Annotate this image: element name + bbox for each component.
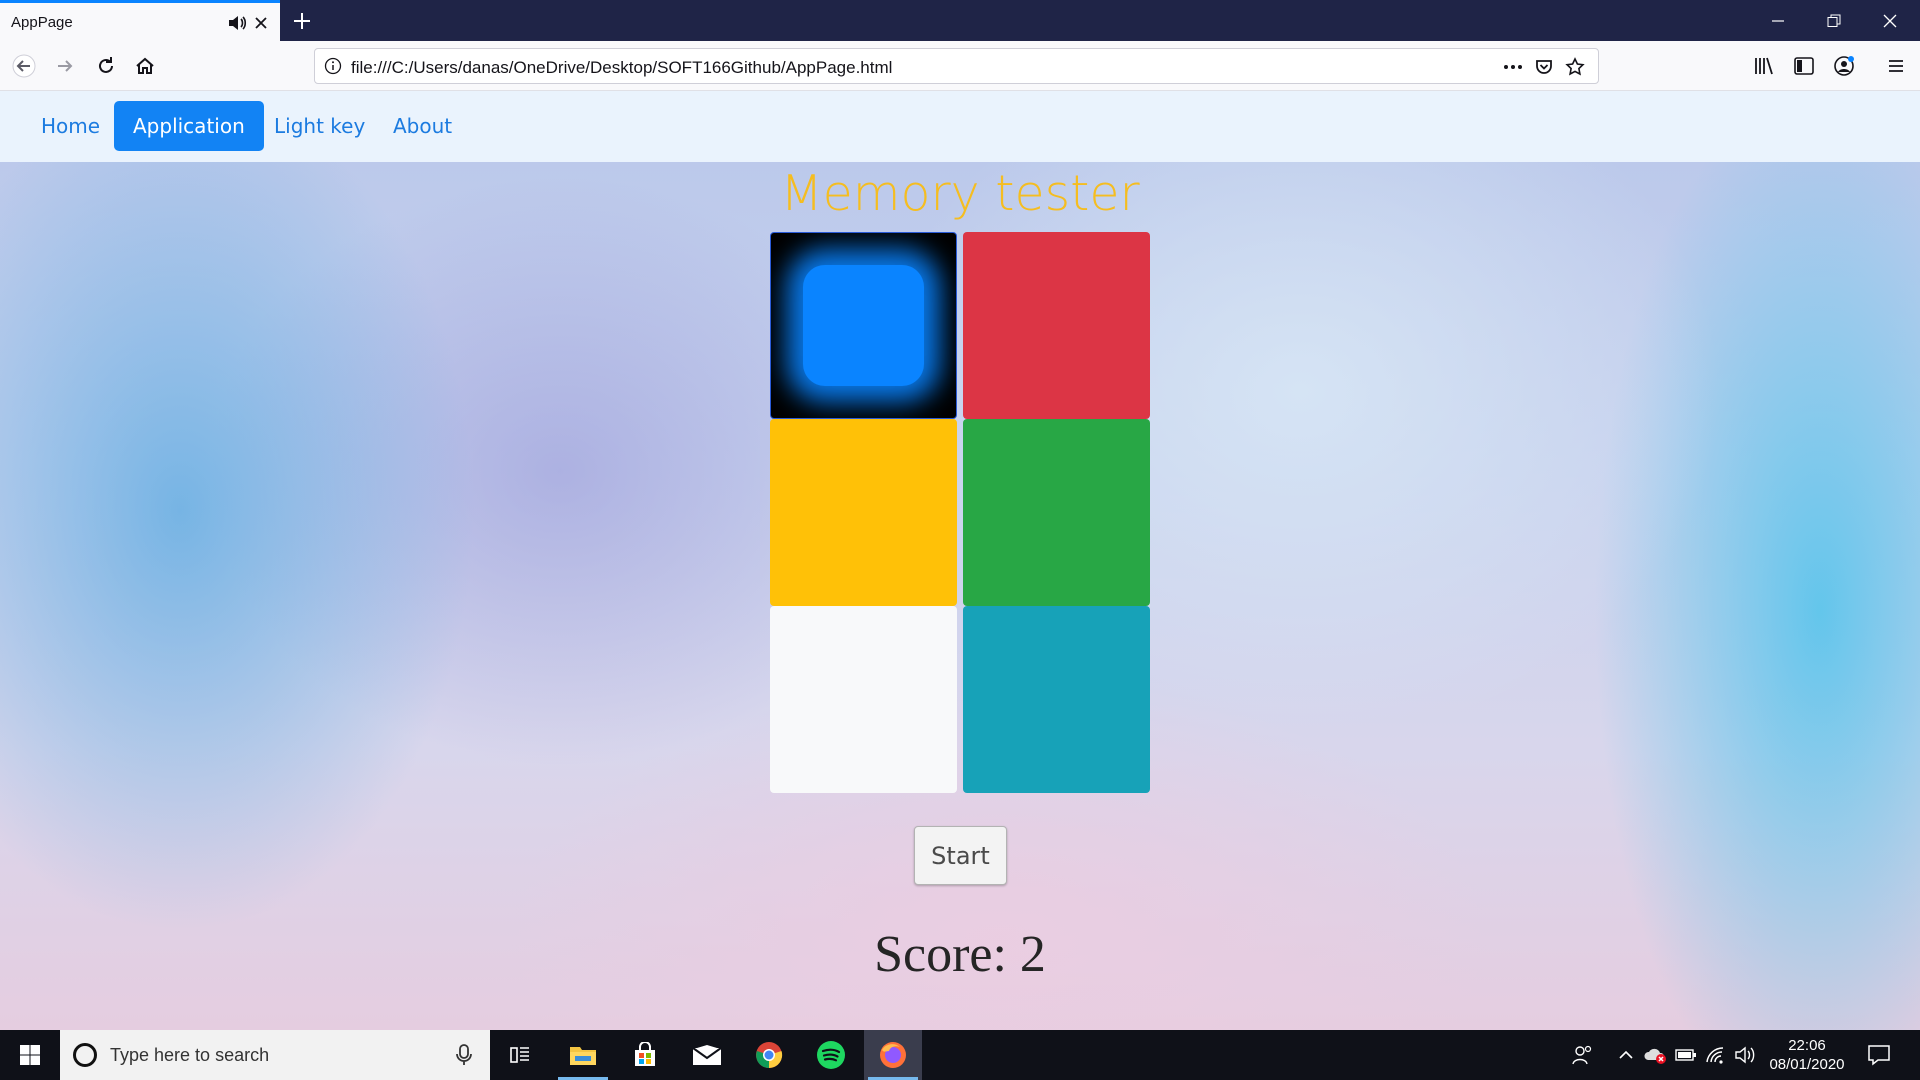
nav-application[interactable]: Application: [114, 101, 264, 151]
account-icon[interactable]: [1830, 52, 1858, 80]
windows-start-icon[interactable]: [0, 1030, 60, 1080]
system-clock[interactable]: 22:06 08/01/2020: [1762, 1036, 1852, 1074]
onedrive-icon[interactable]: [1644, 1043, 1668, 1067]
address-bar[interactable]: file:///C:/Users/danas/OneDrive/Desktop/…: [314, 48, 1599, 84]
minimize-icon[interactable]: [1750, 0, 1806, 41]
page-title: Memory tester: [780, 165, 1140, 222]
library-icon[interactable]: [1750, 52, 1778, 80]
chrome-icon[interactable]: [740, 1030, 798, 1080]
volume-icon[interactable]: [1733, 1043, 1757, 1067]
web-page: Home Application Light key About Memory …: [0, 91, 1920, 1030]
nav-home[interactable]: Home: [22, 101, 119, 151]
chevron-up-icon[interactable]: [1614, 1043, 1638, 1067]
blue-tile-light: [803, 265, 924, 386]
forward-icon[interactable]: [48, 49, 82, 83]
browser-toolbar: file:///C:/Users/danas/OneDrive/Desktop/…: [0, 41, 1920, 91]
browser-tab-strip: AppPage: [0, 0, 1920, 41]
microsoft-store-icon[interactable]: [616, 1030, 674, 1080]
sidebar-icon[interactable]: [1790, 52, 1818, 80]
people-icon[interactable]: [1570, 1043, 1594, 1067]
battery-icon[interactable]: [1674, 1043, 1698, 1067]
restore-icon[interactable]: [1806, 0, 1862, 41]
clock-date: 08/01/2020: [1769, 1056, 1845, 1073]
mail-icon[interactable]: [678, 1030, 736, 1080]
task-view-icon[interactable]: [491, 1030, 549, 1080]
home-icon[interactable]: [128, 49, 162, 83]
yellow-tile[interactable]: [770, 419, 957, 606]
bookmark-star-icon[interactable]: [1563, 55, 1587, 79]
url-text[interactable]: file:///C:/Users/danas/OneDrive/Desktop/…: [351, 58, 892, 78]
nav-light-key[interactable]: Light key: [255, 101, 384, 151]
green-tile[interactable]: [963, 419, 1150, 606]
score-display: Score: 2: [874, 926, 1046, 983]
tab-title: AppPage: [11, 14, 73, 31]
site-navbar: Home Application Light key About: [0, 91, 1920, 162]
page-actions-icon[interactable]: [1501, 55, 1525, 79]
browser-tab[interactable]: AppPage: [0, 0, 280, 41]
taskbar: Type here to search 22:06 08/01/2020: [0, 1030, 1920, 1080]
red-tile[interactable]: [963, 232, 1150, 419]
nav-about[interactable]: About: [374, 101, 471, 151]
microphone-icon[interactable]: [452, 1043, 476, 1067]
white-tile[interactable]: [770, 606, 957, 793]
new-tab-icon[interactable]: [287, 6, 317, 36]
clock-time: 22:06: [1788, 1037, 1826, 1054]
start-button[interactable]: Start: [914, 826, 1007, 885]
firefox-icon[interactable]: [864, 1030, 922, 1080]
close-tab-icon[interactable]: [250, 12, 272, 34]
menu-icon[interactable]: [1882, 52, 1910, 80]
search-placeholder: Type here to search: [110, 1045, 270, 1065]
close-window-icon[interactable]: [1862, 0, 1918, 41]
pocket-icon[interactable]: [1532, 55, 1556, 79]
notification-icon[interactable]: [1866, 1042, 1892, 1068]
reload-icon[interactable]: [89, 49, 123, 83]
back-icon[interactable]: [7, 49, 41, 83]
spotify-icon[interactable]: [802, 1030, 860, 1080]
info-icon[interactable]: [324, 57, 342, 75]
cortana-icon: [73, 1043, 97, 1067]
taskbar-search-box[interactable]: Type here to search: [60, 1030, 490, 1080]
speaker-icon[interactable]: [226, 12, 248, 34]
file-explorer-icon[interactable]: [554, 1030, 612, 1080]
wifi-icon[interactable]: [1704, 1043, 1728, 1067]
blue-tile[interactable]: [770, 232, 957, 419]
teal-tile[interactable]: [963, 606, 1150, 793]
